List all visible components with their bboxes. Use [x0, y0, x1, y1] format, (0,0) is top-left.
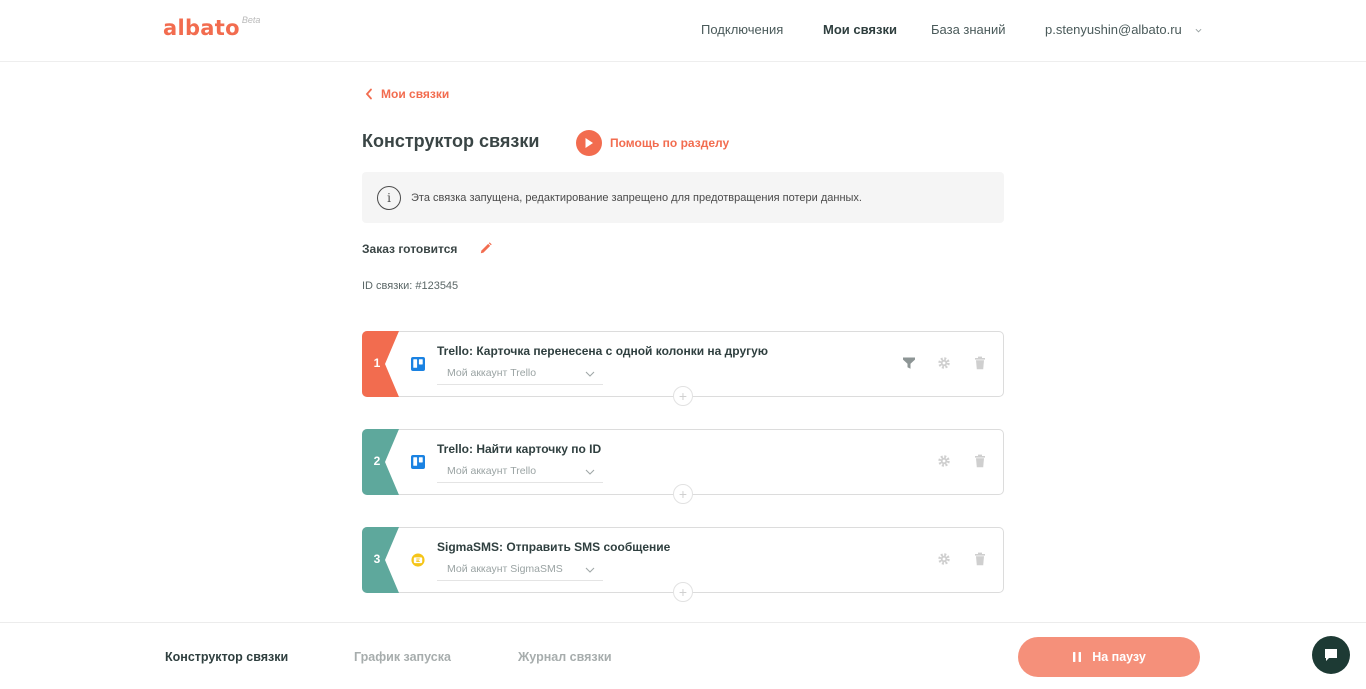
- top-header: albato Beta Подключения Мои связки База …: [0, 0, 1366, 62]
- chevron-down-icon: [585, 567, 595, 573]
- help-button[interactable]: Помощь по разделу: [576, 130, 729, 156]
- bottom-bar: Конструктор связки График запуска Журнал…: [0, 622, 1366, 689]
- add-step-button[interactable]: +: [673, 386, 693, 406]
- pause-icon: [1073, 652, 1082, 662]
- account-label: Мой аккаунт Trello: [447, 367, 537, 379]
- nav-knowledge-base[interactable]: База знаний: [931, 22, 1006, 37]
- trash-icon[interactable]: [973, 552, 987, 566]
- tab-launch-schedule[interactable]: График запуска: [354, 650, 451, 664]
- account-select[interactable]: Мой аккаунт Trello: [437, 363, 603, 385]
- account-label: Мой аккаунт SigmaSMS: [447, 563, 563, 575]
- step-number: 1: [373, 356, 381, 370]
- albato-logo[interactable]: albato Beta: [163, 15, 260, 41]
- trello-icon: [411, 357, 425, 371]
- filter-icon[interactable]: [902, 356, 916, 370]
- pause-button[interactable]: На паузу: [1018, 637, 1200, 677]
- account-select[interactable]: Мой аккаунт Trello: [437, 461, 603, 483]
- notice-text: Эта связка запущена, редактирование запр…: [411, 191, 862, 204]
- add-step-button[interactable]: +: [673, 484, 693, 504]
- chat-button[interactable]: [1312, 636, 1350, 674]
- step-card[interactable]: 1 Trello: Карточка перенесена с одной ко…: [362, 331, 1004, 406]
- back-link[interactable]: Мои связки: [365, 87, 449, 101]
- bundle-name: Заказ готовится: [362, 242, 458, 256]
- trello-icon: [411, 455, 425, 469]
- gear-icon[interactable]: [937, 552, 951, 566]
- pause-label: На паузу: [1092, 650, 1146, 664]
- nav-connections[interactable]: Подключения: [701, 22, 783, 37]
- step-card[interactable]: 2 Trello: Найти карточку по ID Мой аккау…: [362, 429, 1004, 504]
- nav-my-bundles[interactable]: Мои связки: [823, 22, 897, 37]
- pencil-icon[interactable]: [478, 241, 493, 256]
- tab-bundle-constructor[interactable]: Конструктор связки: [165, 650, 288, 664]
- help-label: Помощь по разделу: [610, 136, 730, 150]
- add-step-button[interactable]: +: [673, 582, 693, 602]
- chevron-left-icon: [365, 88, 372, 100]
- play-icon: [576, 130, 602, 156]
- trash-icon[interactable]: [973, 356, 987, 370]
- chevron-down-icon: [585, 371, 595, 377]
- step-title: SigmaSMS: Отправить SMS сообщение: [437, 540, 671, 554]
- step-number: 3: [373, 552, 381, 566]
- beta-badge: Beta: [241, 15, 261, 25]
- tab-bundle-log[interactable]: Журнал связки: [518, 650, 612, 664]
- step-title: Trello: Найти карточку по ID: [437, 442, 602, 456]
- account-select[interactable]: Мой аккаунт SigmaSMS: [437, 559, 603, 581]
- trash-icon[interactable]: [973, 454, 987, 468]
- step-number: 2: [373, 454, 381, 468]
- chat-icon: [1325, 649, 1337, 661]
- sigmasms-icon: [411, 553, 425, 567]
- user-email[interactable]: p.stenyushin@albato.ru: [1045, 22, 1182, 37]
- bundle-id: ID связки: #123545: [362, 280, 459, 292]
- account-label: Мой аккаунт Trello: [447, 465, 537, 477]
- gear-icon[interactable]: [937, 454, 951, 468]
- step-card[interactable]: 3 SigmaSMS: Отправить SMS сообщение Мой …: [362, 527, 1004, 602]
- info-icon: i: [377, 185, 401, 210]
- back-link-label: Мои связки: [381, 87, 450, 101]
- page-title: Конструктор связки: [362, 131, 540, 151]
- logo-text: albato: [163, 16, 240, 40]
- step-title: Trello: Карточка перенесена с одной коло…: [437, 344, 769, 358]
- chevron-down-icon: [585, 469, 595, 475]
- chevron-down-icon[interactable]: [1195, 27, 1202, 34]
- notice-banner: i Эта связка запущена, редактирование за…: [362, 172, 1004, 223]
- gear-icon[interactable]: [937, 356, 951, 370]
